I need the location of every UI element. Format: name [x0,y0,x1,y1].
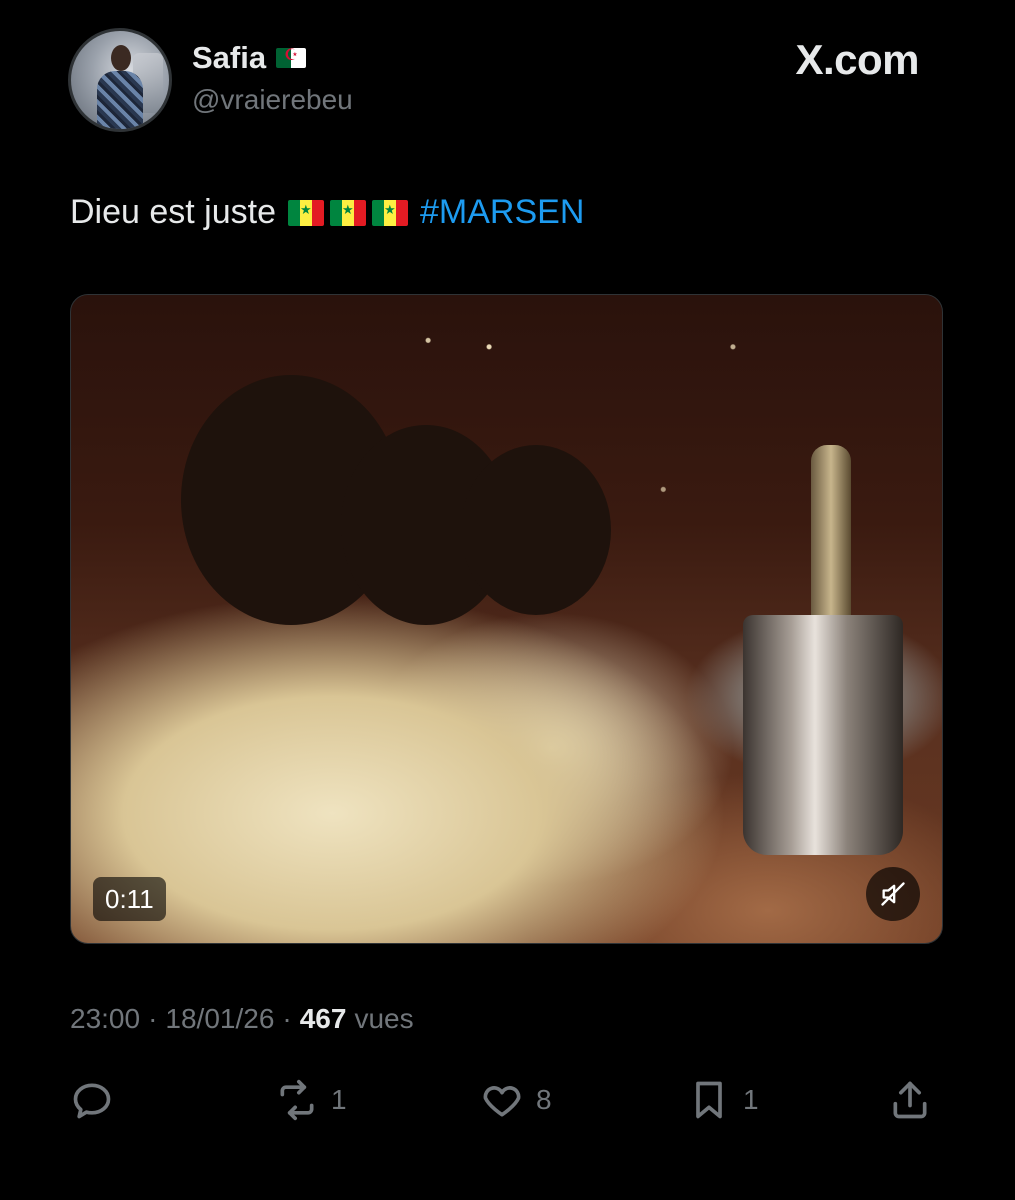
meta-separator: · [148,1003,158,1034]
meta-separator: · [282,1003,292,1034]
tweet-metadata: 23:00 · 18/01/26 · 467 vues [70,1003,414,1035]
bookmark-icon [696,1081,722,1119]
senegal-flag-icon [288,199,324,226]
heart-icon [483,1086,521,1117]
tweet-screenshot: Safia @vraierebeu X.com Dieu est juste #… [0,0,1015,1200]
video-frame-person [461,445,611,615]
tweet-text: Dieu est juste #MARSEN [70,193,584,232]
views-count: 467 [299,1003,347,1034]
algeria-flag-icon [276,45,307,68]
share-button[interactable] [888,1075,932,1125]
speaker-muted-icon [881,882,905,906]
avatar[interactable] [68,28,172,132]
video-frame-ice-bucket [743,615,903,855]
video-frame-bottle [811,445,851,625]
mute-button[interactable] [866,867,920,921]
retweet-count: 1 [331,1084,347,1115]
flag-emojis [288,199,408,226]
user-handle[interactable]: @vraierebeu [192,84,353,116]
tweet-time[interactable]: 23:00 [70,1003,140,1035]
video-player[interactable]: 0:11 [70,294,943,944]
like-count: 8 [536,1084,552,1115]
retweet-button[interactable]: 1 [275,1075,347,1125]
avatar-figure-head [111,45,131,71]
bookmark-button[interactable]: 1 [687,1075,759,1125]
retweet-icon [280,1079,314,1121]
hashtag-link[interactable]: #MARSEN [420,193,584,232]
like-button[interactable]: 8 [480,1075,552,1125]
display-name-text: Safia [192,40,267,75]
action-bar: 1 8 1 [70,1075,940,1125]
reply-icon [73,1083,111,1119]
senegal-flag-icon [372,199,408,226]
avatar-figure-body [97,71,143,129]
x-com-watermark: X.com [795,36,919,83]
views-label: vues [354,1003,414,1034]
video-duration-badge: 0:11 [93,877,166,921]
tweet-date[interactable]: 18/01/26 [165,1003,274,1035]
bookmark-count: 1 [743,1084,759,1115]
reply-button[interactable] [70,1075,126,1125]
display-name[interactable]: Safia [192,40,307,76]
share-icon [893,1081,927,1119]
tweet-text-body: Dieu est juste [70,193,276,231]
senegal-flag-icon [330,199,366,226]
